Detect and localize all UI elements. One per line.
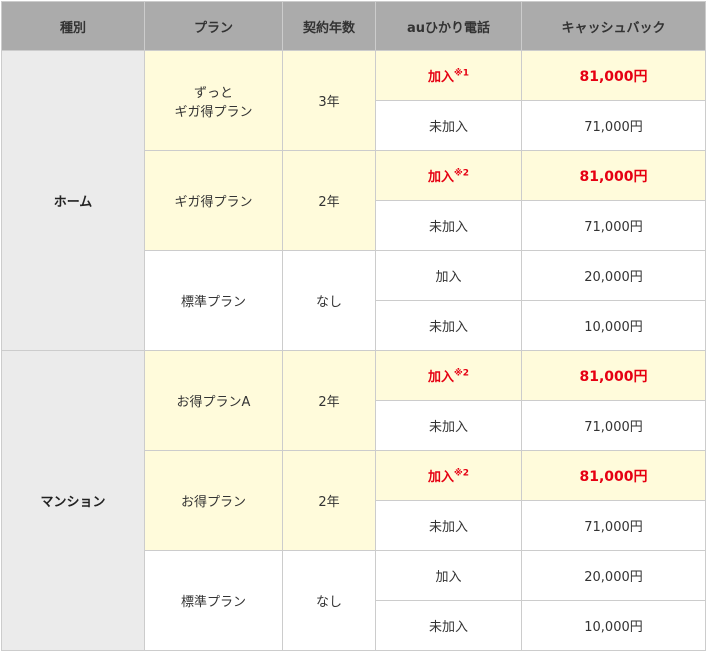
header-cashback: キャッシュバック: [521, 1, 706, 51]
cashback-cell: 81,000円: [521, 50, 706, 101]
table-row: ホーム ずっと ギガ得プラン 3年 加入※1 81,000円: [1, 50, 706, 351]
phone-cell: 未加入: [375, 200, 522, 251]
plan-cell: ギガ得プラン: [144, 150, 283, 251]
phone-cell: 未加入: [375, 400, 522, 451]
term-cell: 2年: [282, 350, 376, 451]
note-mark: ※2: [454, 368, 470, 379]
cashback-cell: 20,000円: [521, 550, 706, 601]
cashback-cell: 20,000円: [521, 250, 706, 301]
cashback-amount: 10,000円: [584, 620, 643, 635]
cashback-amount: 71,000円: [584, 220, 643, 235]
cashback-cell: 10,000円: [521, 600, 706, 651]
cashback-table: 種別 プラン 契約年数 auひかり電話 キャッシュバック ホーム ずっと ギガ得…: [1, 1, 706, 651]
cashback-amount: 20,000円: [584, 570, 643, 585]
cashback-cell: 71,000円: [521, 500, 706, 551]
note-mark: ※2: [454, 168, 470, 179]
phone-cell: 加入※2: [375, 350, 522, 401]
phone-label: 加入: [427, 170, 454, 185]
cashback-amount: 81,000円: [579, 68, 648, 85]
table-header-row: 種別 プラン 契約年数 auひかり電話 キャッシュバック: [1, 1, 706, 51]
cashback-cell: 81,000円: [521, 350, 706, 401]
header-plan: プラン: [144, 1, 283, 51]
phone-label: 加入: [427, 470, 454, 485]
term-cell: 3年: [282, 50, 376, 151]
cashback-cell: 71,000円: [521, 400, 706, 451]
plan-cell: 標準プラン: [144, 550, 283, 651]
cashback-amount: 81,000円: [579, 468, 648, 485]
cashback-amount: 20,000円: [584, 270, 643, 285]
cashback-amount: 81,000円: [579, 368, 648, 385]
type-cell-mansion: マンション: [1, 350, 145, 651]
phone-cell: 未加入: [375, 100, 522, 151]
cashback-cell: 71,000円: [521, 200, 706, 251]
note-mark: ※2: [454, 468, 470, 479]
cashback-cell: 71,000円: [521, 100, 706, 151]
header-term: 契約年数: [282, 1, 376, 51]
term-cell: なし: [282, 250, 376, 351]
cashback-cell: 10,000円: [521, 300, 706, 351]
phone-cell: 未加入: [375, 300, 522, 351]
phone-cell: 加入※2: [375, 150, 522, 201]
term-cell: 2年: [282, 450, 376, 551]
header-type: 種別: [1, 1, 145, 51]
phone-cell: 加入※2: [375, 450, 522, 501]
table-row: マンション お得プランA 2年 加入※2 81,000円: [1, 350, 706, 651]
term-cell: 2年: [282, 150, 376, 251]
cashback-cell: 81,000円: [521, 150, 706, 201]
header-phone: auひかり電話: [375, 1, 522, 51]
phone-label: 加入: [427, 370, 454, 385]
plan-name-line1: ずっと: [193, 85, 233, 101]
phone-cell: 加入※1: [375, 50, 522, 101]
cashback-cell: 81,000円: [521, 450, 706, 501]
phone-cell: 加入: [375, 550, 522, 601]
plan-cell: 標準プラン: [144, 250, 283, 351]
cashback-amount: 71,000円: [584, 520, 643, 535]
phone-cell: 加入: [375, 250, 522, 301]
note-mark: ※1: [454, 68, 470, 79]
phone-label: 加入: [427, 70, 454, 85]
phone-cell: 未加入: [375, 600, 522, 651]
plan-cell: ずっと ギガ得プラン: [144, 50, 283, 151]
plan-name-line2: ギガ得プラン: [174, 104, 253, 120]
cashback-amount: 71,000円: [584, 420, 643, 435]
plan-cell: お得プラン: [144, 450, 283, 551]
type-cell-home: ホーム: [1, 50, 145, 351]
term-cell: なし: [282, 550, 376, 651]
cashback-amount: 10,000円: [584, 320, 643, 335]
phone-cell: 未加入: [375, 500, 522, 551]
plan-cell: お得プランA: [144, 350, 283, 451]
cashback-amount: 81,000円: [579, 168, 648, 185]
cashback-amount: 71,000円: [584, 120, 643, 135]
